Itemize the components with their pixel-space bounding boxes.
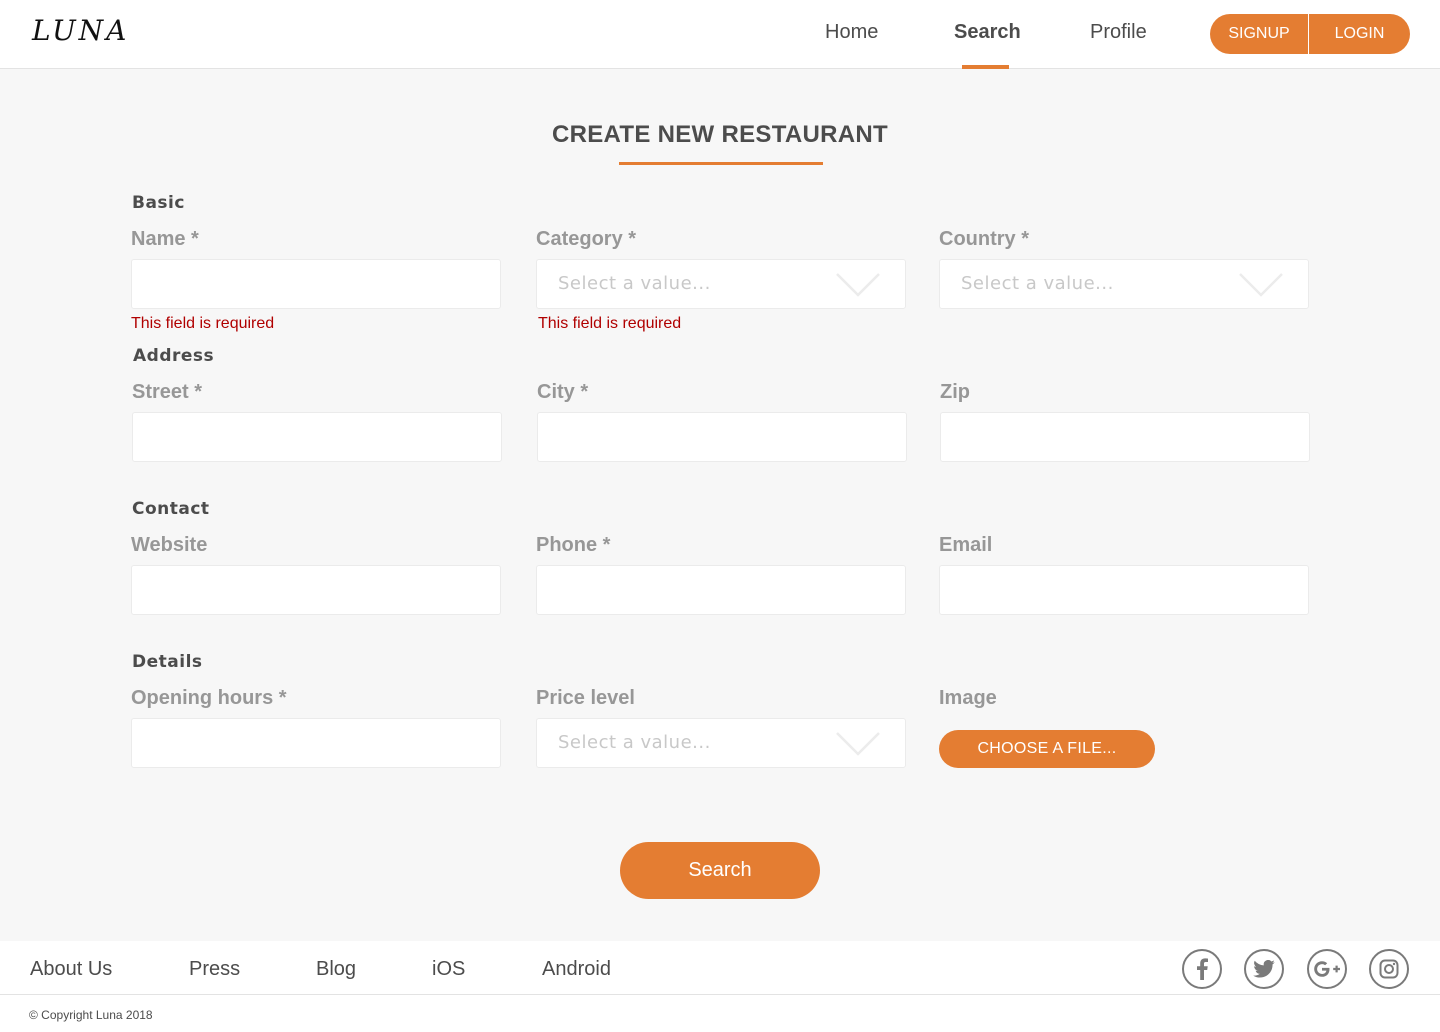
opening-hours-input[interactable] (131, 718, 501, 768)
street-label: Street * (132, 381, 203, 403)
name-error-message: This field is required (131, 315, 275, 332)
facebook-icon[interactable] (1182, 949, 1222, 989)
section-label-basic: Basic (132, 193, 185, 213)
copyright-text: © Copyright Luna 2018 (29, 1008, 153, 1022)
footer-link-press[interactable]: Press (189, 958, 240, 981)
chevron-down-icon (1239, 273, 1283, 297)
category-label: Category * (536, 228, 637, 250)
email-label: Email (939, 534, 993, 556)
login-button[interactable]: LOGIN (1309, 14, 1410, 54)
footer-link-android[interactable]: Android (542, 958, 611, 981)
submit-button[interactable]: Search (620, 842, 820, 899)
name-input[interactable] (131, 259, 501, 309)
footer-links-bar: About Us Press Blog iOS Android (0, 941, 1440, 995)
zip-label: Zip (940, 381, 970, 403)
choose-file-button[interactable]: CHOOSE A FILE... (939, 730, 1155, 768)
footer-link-about-us[interactable]: About Us (30, 958, 112, 981)
signup-button[interactable]: SIGNUP (1210, 14, 1309, 54)
country-label: Country * (939, 228, 1029, 250)
website-label: Website (131, 534, 208, 556)
nav-home-link[interactable]: Home (825, 21, 878, 44)
price-level-select[interactable]: Select a value... (536, 718, 906, 768)
category-error-message: This field is required (538, 315, 682, 332)
price-level-label: Price level (536, 687, 635, 709)
category-select[interactable]: Select a value... (536, 259, 906, 309)
section-label-address: Address (133, 346, 215, 366)
auth-button-group: SIGNUP LOGIN (1210, 14, 1410, 54)
image-label: Image (939, 687, 997, 709)
name-label: Name * (131, 228, 199, 250)
country-select-placeholder: Select a value... (961, 273, 1114, 294)
opening-hours-label: Opening hours * (131, 687, 287, 709)
footer-link-blog[interactable]: Blog (316, 958, 356, 981)
email-input[interactable] (939, 565, 1309, 615)
section-label-details: Details (132, 652, 203, 672)
city-label: City * (537, 381, 589, 403)
footer-link-ios[interactable]: iOS (432, 958, 465, 981)
website-input[interactable] (131, 565, 501, 615)
country-select[interactable]: Select a value... (939, 259, 1309, 309)
price-level-select-placeholder: Select a value... (558, 732, 711, 753)
active-nav-indicator (962, 65, 1009, 69)
chevron-down-icon (836, 732, 880, 756)
nav-profile-link[interactable]: Profile (1090, 21, 1147, 44)
footer: About Us Press Blog iOS Android © Copyri… (0, 941, 1440, 1032)
luna-logo[interactable]: LUNA (32, 14, 129, 47)
category-select-placeholder: Select a value... (558, 273, 711, 294)
zip-input[interactable] (940, 412, 1310, 462)
google-plus-icon[interactable] (1307, 949, 1347, 989)
title-underline (619, 162, 823, 165)
nav-search-link[interactable]: Search (954, 21, 1021, 44)
phone-input[interactable] (536, 565, 906, 615)
city-input[interactable] (537, 412, 907, 462)
street-input[interactable] (132, 412, 502, 462)
instagram-icon[interactable] (1369, 949, 1409, 989)
phone-label: Phone * (536, 534, 611, 556)
chevron-down-icon (836, 273, 880, 297)
section-label-contact: Contact (132, 499, 210, 519)
page-title: CREATE NEW RESTAURANT (551, 121, 889, 148)
twitter-icon[interactable] (1244, 949, 1284, 989)
top-navbar: LUNA Home Search Profile SIGNUP LOGIN (0, 0, 1440, 69)
